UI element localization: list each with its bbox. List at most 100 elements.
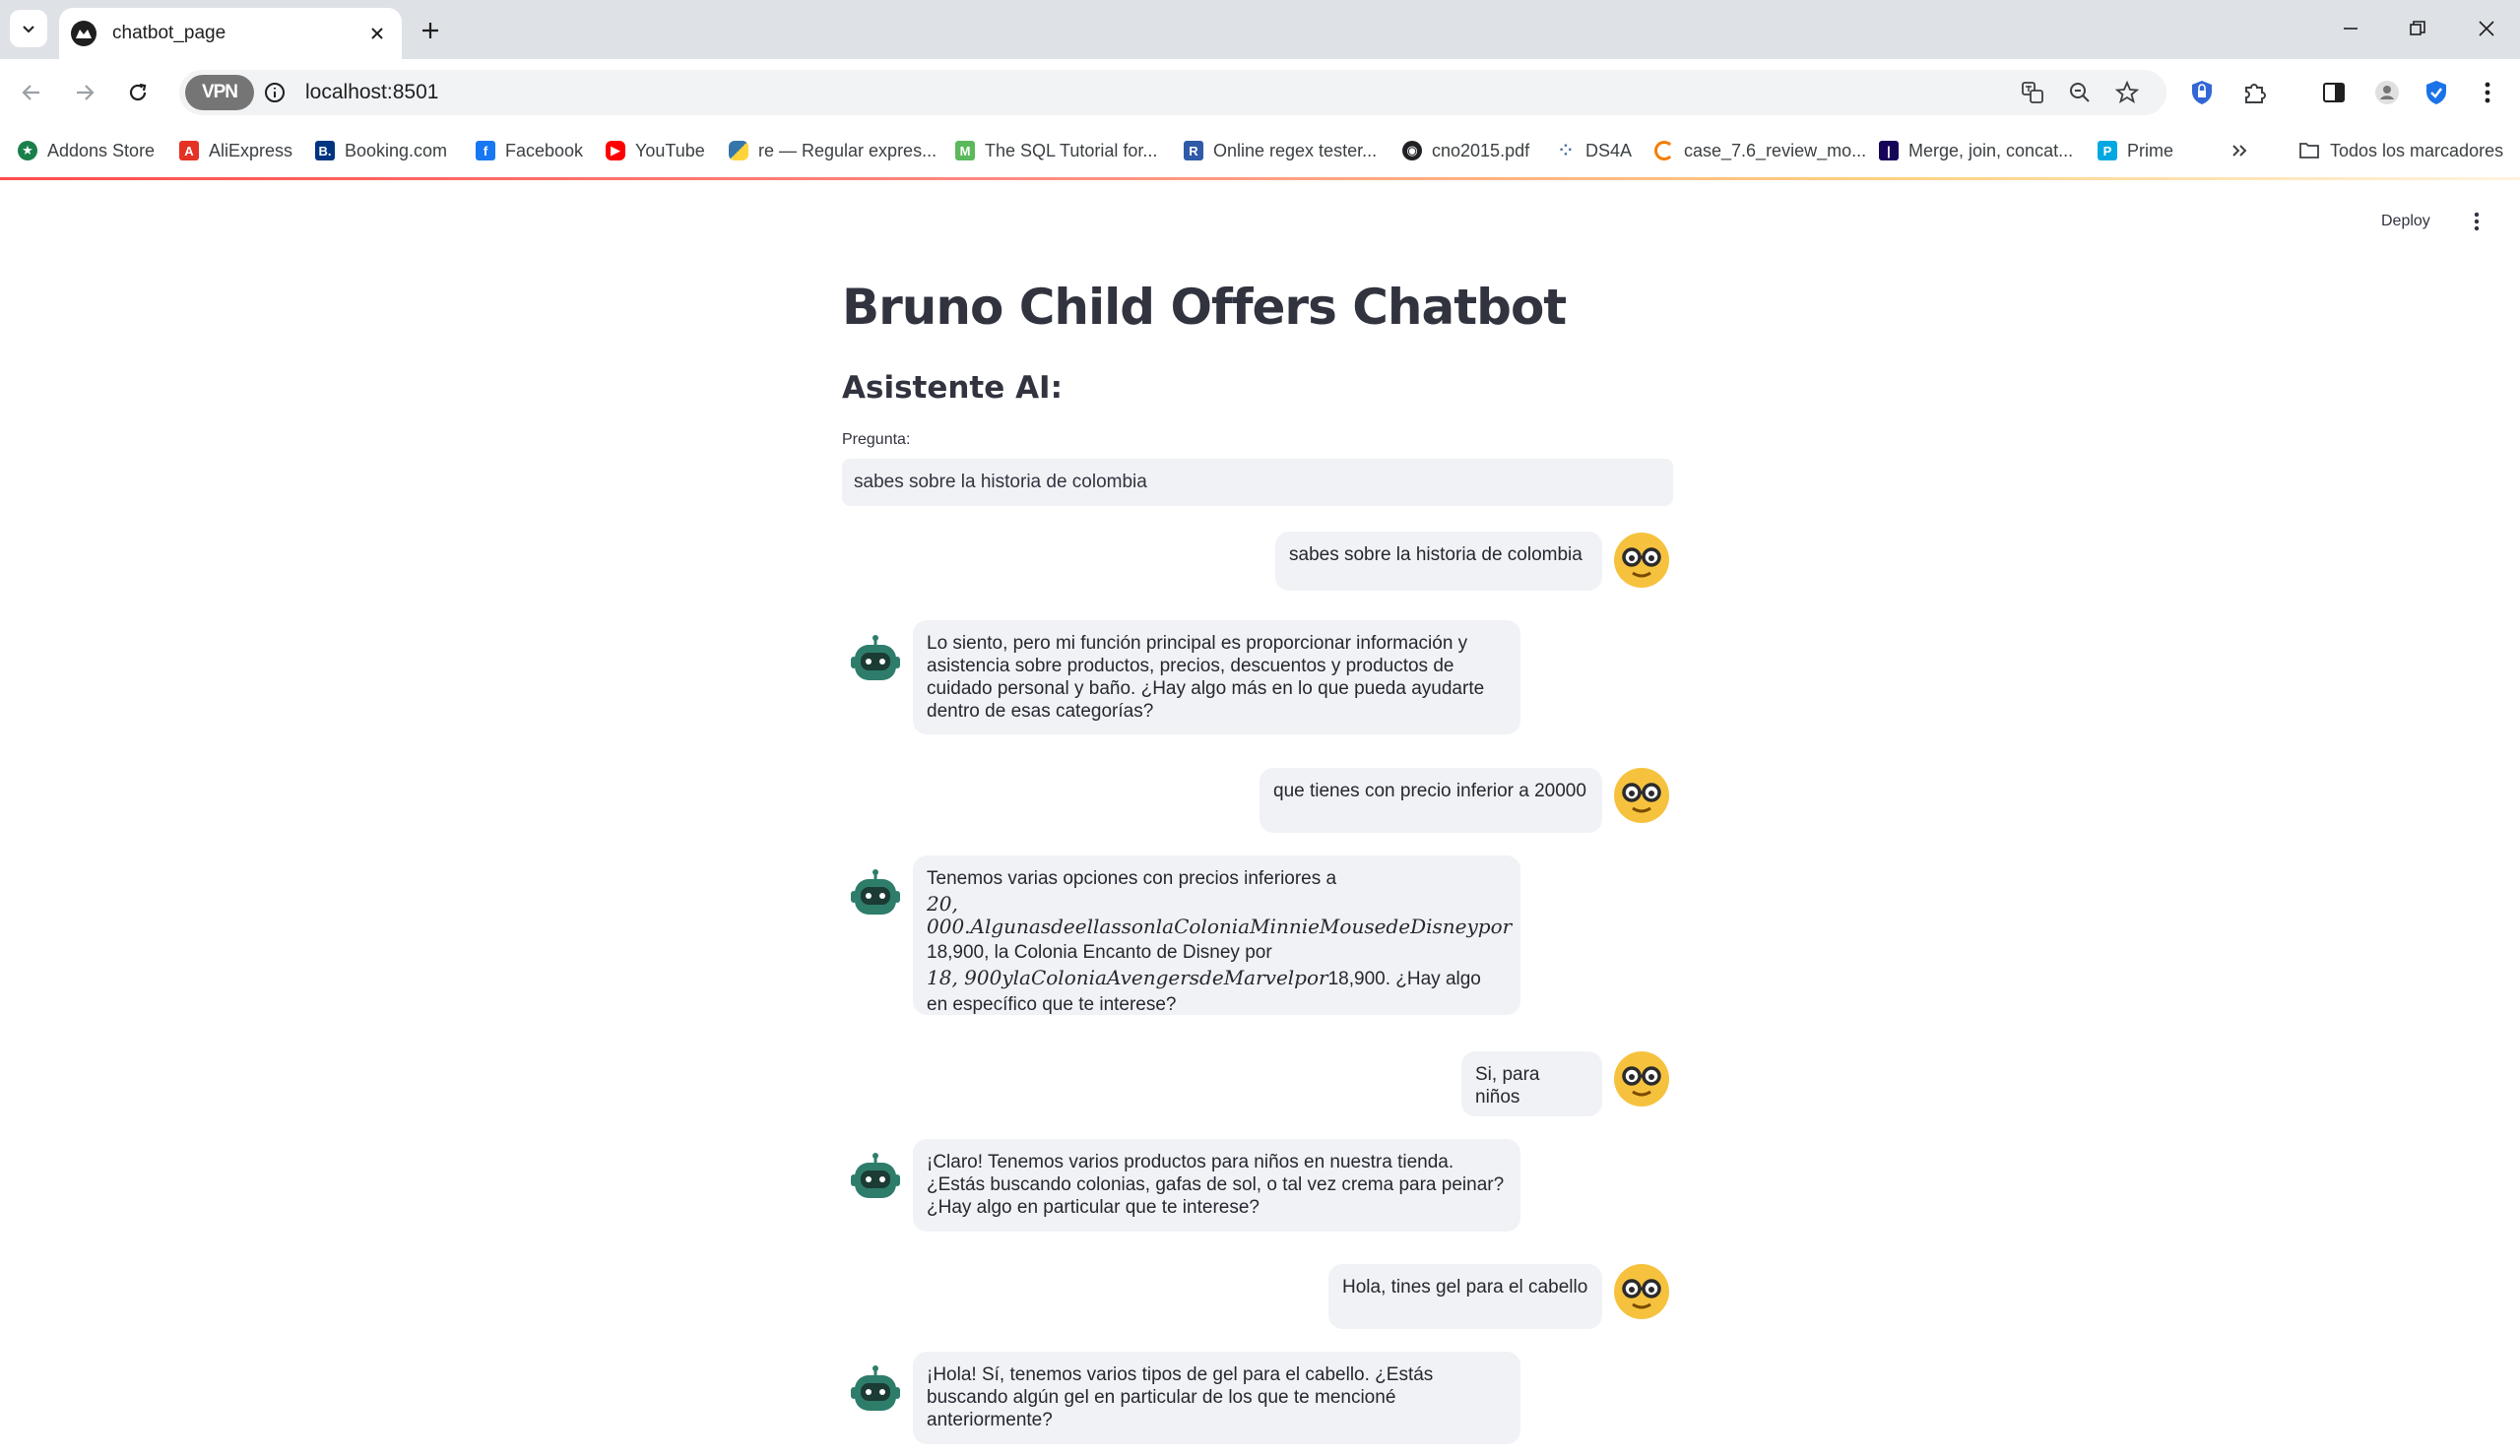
bot-message-math-segment: 18, 900ylaColoniaAvengersdeMarvelpor	[927, 966, 1328, 989]
back-button[interactable]	[12, 73, 51, 112]
user-message-bubble: Hola, tines gel para el cabello	[1328, 1264, 1602, 1329]
minimize-icon	[2344, 28, 2358, 30]
question-input[interactable]	[842, 459, 1673, 506]
prime-icon: P	[2098, 141, 2117, 160]
bookmark-ds4a[interactable]: ⁘ DS4A	[1556, 136, 1632, 165]
close-icon	[2479, 21, 2494, 36]
browser-toolbar: VPN localhost:8501	[0, 59, 2520, 126]
tab-close-icon[interactable]	[364, 21, 390, 46]
forward-button[interactable]	[65, 73, 104, 112]
address-bar[interactable]: VPN localhost:8501	[179, 70, 2166, 115]
security-extension-icon[interactable]	[2419, 75, 2454, 110]
pandas-icon: |	[1879, 141, 1899, 160]
page-subtitle: Asistente AI:	[842, 370, 1063, 406]
bookmark-star-icon[interactable]	[2113, 79, 2141, 106]
close-window-button[interactable]	[2464, 10, 2509, 47]
all-bookmarks-button[interactable]: Todos los marcadores	[2298, 136, 2503, 165]
restore-button[interactable]	[2395, 10, 2440, 47]
vpn-label: VPN	[201, 82, 238, 102]
bookmarks-overflow-button[interactable]	[2229, 136, 2249, 165]
regex-icon: R	[1184, 141, 1203, 160]
reload-button[interactable]	[118, 73, 158, 112]
bot-message-text: ¡Claro! Tenemos varios productos para ni…	[927, 1152, 1505, 1218]
bot-message-text: ¡Hola! Sí, tenemos varios tipos de gel p…	[927, 1364, 1434, 1430]
bot-avatar-icon	[851, 1365, 900, 1411]
bookmark-cno2015[interactable]: ◉ cno2015.pdf	[1402, 136, 1529, 165]
bookmark-aliexpress[interactable]: A AliExpress	[179, 136, 292, 165]
vpn-badge[interactable]: VPN	[185, 75, 254, 110]
user-message-text: Si, para niños	[1475, 1064, 1540, 1108]
bot-message-line: 18, 900ylaColoniaAvengersdeMarvelpor18,9…	[927, 967, 1507, 990]
folder-icon	[2299, 143, 2319, 158]
bookmark-pandas-merge[interactable]: | Merge, join, concat...	[1879, 136, 2073, 165]
bot-avatar-icon	[851, 635, 900, 680]
bookmark-label: YouTube	[635, 140, 705, 160]
chevron-down-icon	[23, 26, 34, 33]
ds4a-icon: ⁘	[1559, 143, 1573, 159]
tab-title: chatbot_page	[112, 23, 226, 43]
zoom-icon[interactable]	[2066, 79, 2094, 106]
bookmark-facebook[interactable]: f Facebook	[476, 136, 583, 165]
bookmark-addons-store[interactable]: ★ Addons Store	[18, 136, 155, 165]
globe-icon: ◉	[1402, 141, 1422, 160]
page-title: Bruno Child Offers Chatbot	[842, 279, 1567, 336]
bookmark-label: Online regex tester...	[1213, 140, 1378, 160]
extensions-puzzle-icon[interactable]	[2237, 75, 2273, 110]
user-message-text: que tienes con precio inferior a 20000	[1273, 781, 1586, 801]
bookmark-case-review[interactable]: case_7.6_review_mo...	[1654, 136, 1866, 165]
bot-avatar-icon	[851, 869, 900, 915]
vpn-extension-icon[interactable]	[2184, 75, 2220, 110]
kebab-menu-icon	[2474, 212, 2480, 231]
bookmark-booking[interactable]: B. Booking.com	[315, 136, 447, 165]
streamlit-favicon-icon	[71, 21, 97, 46]
facebook-icon: f	[476, 141, 495, 160]
arrow-left-icon	[22, 85, 39, 100]
bookmark-label: Merge, join, concat...	[1908, 140, 2074, 160]
user-avatar-icon	[1614, 768, 1669, 823]
bookmarks-bar: ★ Addons Store A AliExpress B. Booking.com …	[0, 126, 2520, 175]
tab-search-button[interactable]	[10, 10, 47, 47]
bookmark-label: Facebook	[505, 140, 584, 160]
bookmark-label: cno2015.pdf	[1432, 140, 1530, 160]
user-message-bubble: Si, para niños	[1461, 1051, 1602, 1116]
double-chevron-right-icon	[2232, 145, 2247, 157]
bookmark-label: Booking.com	[345, 140, 448, 160]
user-avatar-icon	[1614, 533, 1669, 588]
question-label: Pregunta:	[842, 431, 911, 448]
translate-icon[interactable]	[2019, 79, 2046, 106]
bookmark-sql-tutorial[interactable]: M The SQL Tutorial for...	[955, 136, 1157, 165]
url-text: localhost:8501	[305, 81, 439, 103]
user-message-text: Hola, tines gel para el cabello	[1342, 1277, 1588, 1298]
browser-menu-icon[interactable]	[2470, 75, 2505, 110]
plus-icon	[422, 23, 438, 38]
side-panel-icon[interactable]	[2316, 75, 2352, 110]
bot-message-bubble: Tenemos varias opciones con precios infe…	[913, 855, 1520, 1015]
bot-message-text: Lo siento, pero mi función principal es …	[927, 633, 1485, 722]
site-info-icon[interactable]	[264, 82, 286, 103]
bookmark-label: re — Regular expres...	[758, 140, 937, 160]
minimize-button[interactable]	[2328, 10, 2373, 47]
bookmark-youtube[interactable]: ▶ YouTube	[606, 136, 705, 165]
mode-icon: M	[955, 141, 975, 160]
profile-avatar-icon[interactable]	[2369, 75, 2405, 110]
youtube-icon: ▶	[606, 141, 625, 160]
bookmark-label: Prime	[2127, 140, 2174, 160]
bot-message-math-line: 20, 000.AlgunasdeellassonlaColoniaMinnie…	[927, 892, 1513, 938]
browser-tab-active[interactable]: chatbot_page	[59, 8, 402, 59]
new-tab-button[interactable]	[414, 14, 447, 47]
app-menu-button[interactable]	[2462, 207, 2491, 236]
bookmark-prime[interactable]: P Prime	[2098, 136, 2173, 165]
bot-avatar-icon	[851, 1153, 900, 1198]
user-message-bubble: que tienes con precio inferior a 20000	[1260, 768, 1602, 833]
deploy-button[interactable]: Deploy	[2381, 207, 2430, 236]
deploy-label: Deploy	[2381, 213, 2430, 229]
bookmark-label: The SQL Tutorial for...	[985, 140, 1158, 160]
bot-message-line: Tenemos varias opciones con precios infe…	[927, 868, 1337, 889]
addons-store-icon: ★	[18, 141, 37, 160]
bot-message-bubble: ¡Hola! Sí, tenemos varios tipos de gel p…	[913, 1352, 1520, 1444]
user-message-text: sabes sobre la historia de colombia	[1289, 544, 1583, 565]
bot-message-line: en específico que te interese?	[927, 994, 1177, 1015]
bookmark-python-re[interactable]: re — Regular expres...	[729, 136, 937, 165]
user-avatar-icon	[1614, 1051, 1669, 1107]
bookmark-regex-tester[interactable]: R Online regex tester...	[1184, 136, 1377, 165]
